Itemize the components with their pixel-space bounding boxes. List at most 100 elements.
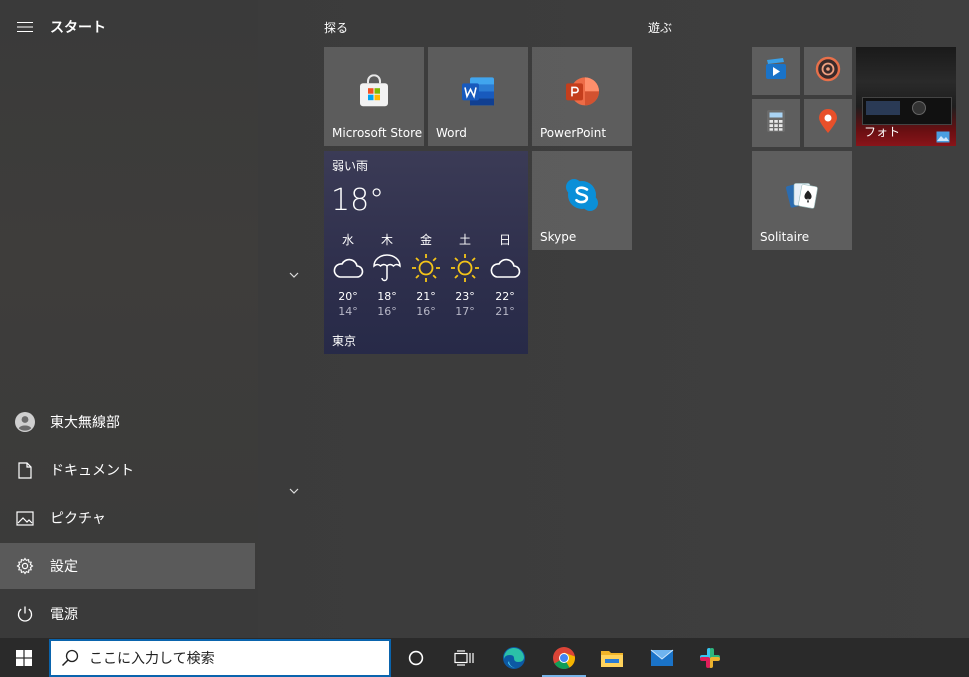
sidebar-item-label: ドキュメント (50, 463, 134, 479)
search-icon (51, 649, 89, 667)
tile-powerpoint[interactable]: PowerPoint (532, 47, 632, 146)
forecast-low: 17° (455, 305, 475, 318)
cortana-circle-icon (408, 650, 424, 665)
music-disc-icon (815, 56, 841, 86)
edge-icon (503, 646, 525, 669)
forecast-high: 20° (338, 290, 358, 303)
photos-icon (936, 128, 950, 143)
weather-city: 東京 (332, 334, 357, 348)
start-button[interactable] (0, 638, 48, 677)
search-box[interactable]: ここに入力して検索 (49, 639, 391, 677)
gear-icon (0, 557, 50, 575)
forecast-day-label: 日 (498, 233, 511, 247)
cloud-icon (485, 251, 525, 285)
start-header: スタート (0, 8, 258, 46)
weather-temperature: 18° (331, 183, 385, 218)
group-label-play[interactable]: 遊ぶ (648, 19, 672, 36)
sidebar-item-documents[interactable]: ドキュメント (0, 447, 255, 493)
tile-label: Word (436, 126, 467, 140)
sidebar-item-label: ピクチャ (50, 511, 106, 527)
sun-icon (445, 251, 485, 285)
forecast-day: 日 22° 21° (485, 231, 525, 318)
taskbar-slack[interactable] (686, 638, 734, 677)
forecast-day: 木 18° 16° (367, 231, 407, 318)
radio-display-image (866, 101, 900, 115)
mail-icon (650, 649, 674, 666)
taskbar-chrome[interactable] (540, 638, 588, 677)
cloud-icon (328, 251, 368, 285)
power-icon (0, 605, 50, 623)
video-play-icon (763, 57, 789, 85)
weather-condition: 弱い雨 (332, 159, 369, 173)
sidebar-item-label: 設定 (50, 559, 78, 575)
tile-label: PowerPoint (540, 126, 607, 140)
tile-solitaire[interactable]: Solitaire (752, 151, 852, 250)
map-pin-icon (817, 108, 839, 138)
calculator-icon (766, 109, 786, 137)
tile-maps[interactable] (804, 99, 852, 147)
forecast-day: 土 23° 17° (445, 231, 485, 318)
sidebar-item-label: 東大無線部 (50, 415, 120, 431)
sidebar-item-power[interactable]: 電源 (0, 591, 255, 637)
hamburger-menu-button[interactable] (0, 8, 50, 46)
folder-icon (601, 650, 623, 667)
task-view-button[interactable] (440, 638, 488, 677)
tile-skype[interactable]: Skype (532, 151, 632, 250)
forecast-high: 21° (416, 290, 436, 303)
sidebar-item-user[interactable]: 東大無線部 (0, 399, 255, 445)
windows-logo-icon (16, 649, 32, 666)
picture-icon (0, 510, 50, 526)
playing-cards-icon (785, 179, 819, 215)
forecast-high: 23° (455, 290, 475, 303)
start-title: スタート (50, 20, 106, 36)
tile-weather[interactable]: 弱い雨 18° 水 20° 14° 木 18° 16° 金 21° 16° 土 … (324, 151, 528, 354)
tile-microsoft-store[interactable]: Microsoft Store (324, 47, 424, 146)
forecast-low: 21° (495, 305, 515, 318)
task-view-icon (454, 649, 474, 666)
tile-groove-music[interactable] (804, 47, 852, 95)
word-icon (460, 75, 496, 111)
forecast-low: 14° (338, 305, 358, 318)
forecast-day: 水 20° 14° (328, 231, 368, 318)
start-sidebar: スタート 東大無線部 ドキュメント ピクチャ 設定 電源 (0, 0, 258, 638)
forecast-high: 22° (495, 290, 515, 303)
tile-movies-tv[interactable] (752, 47, 800, 95)
chevron-down-icon[interactable] (286, 485, 302, 497)
taskbar-mail[interactable] (638, 638, 686, 677)
sidebar-item-label: 電源 (50, 607, 78, 623)
start-menu: スタート 東大無線部 ドキュメント ピクチャ 設定 電源 探る 遊ぶ Micro… (0, 0, 969, 638)
user-avatar-icon (0, 412, 50, 432)
tile-label: Skype (540, 230, 577, 244)
forecast-day-label: 木 (380, 233, 393, 247)
tile-label: フォト (864, 125, 901, 139)
tile-calculator[interactable] (752, 99, 800, 147)
document-icon (0, 461, 50, 479)
radio-knob-image (912, 101, 926, 115)
search-placeholder: ここに入力して検索 (89, 651, 215, 667)
sidebar-item-pictures[interactable]: ピクチャ (0, 495, 255, 541)
store-icon (357, 73, 391, 112)
chrome-icon (553, 646, 575, 669)
forecast-low: 16° (416, 305, 436, 318)
tile-label: Solitaire (760, 230, 810, 244)
skype-icon (564, 177, 600, 217)
forecast-day: 金 21° 16° (406, 231, 446, 318)
hamburger-icon (17, 22, 33, 32)
group-label-explore[interactable]: 探る (324, 19, 348, 36)
taskbar: ここに入力して検索 (0, 638, 969, 677)
sun-icon (406, 251, 446, 285)
sidebar-item-settings[interactable]: 設定 (0, 543, 255, 589)
tile-word[interactable]: Word (428, 47, 528, 146)
forecast-day-label: 水 (341, 233, 354, 247)
forecast-day-label: 金 (419, 233, 432, 247)
tile-label: Microsoft Store (332, 126, 423, 140)
slack-icon (700, 647, 720, 668)
cortana-button[interactable] (392, 638, 440, 677)
powerpoint-icon (564, 75, 600, 111)
forecast-day-label: 土 (458, 233, 471, 247)
forecast-low: 16° (377, 305, 397, 318)
tile-photos[interactable]: フォト (856, 47, 956, 146)
chevron-down-icon[interactable] (286, 269, 302, 281)
taskbar-file-explorer[interactable] (588, 638, 636, 677)
taskbar-edge[interactable] (490, 638, 538, 677)
